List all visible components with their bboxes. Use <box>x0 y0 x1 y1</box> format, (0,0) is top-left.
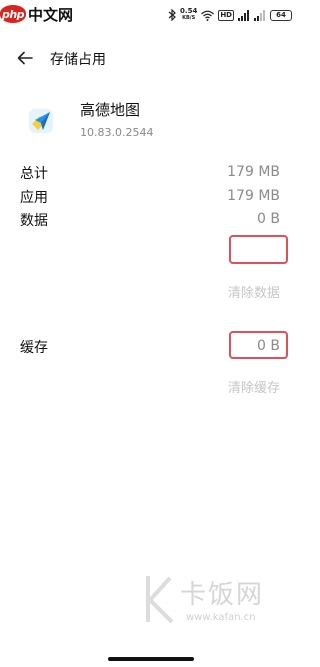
watermark-text: 卡饭网 <box>180 580 265 610</box>
app-size-label: 应用 <box>20 190 48 206</box>
data-value-highlight <box>229 235 288 264</box>
wifi-icon <box>201 10 215 21</box>
network-speed-value: 0.54 <box>180 7 198 15</box>
watermark-url: www.kafan.cn <box>186 612 256 623</box>
brand-text: 中文网 <box>28 5 74 24</box>
data-row: 数据 0 B <box>0 210 300 232</box>
home-indicator[interactable] <box>108 657 194 661</box>
data-label: 数据 <box>20 213 48 229</box>
signal-icon-2 <box>254 9 266 21</box>
app-info-header: 高德地图 10.83.0.2544 <box>0 96 300 152</box>
back-button[interactable] <box>14 48 36 68</box>
battery-indicator: 64 <box>270 9 292 21</box>
signal-icon <box>238 9 250 21</box>
clear-cache-button[interactable]: 清除缓存 <box>228 377 280 396</box>
nav-bar: 存储占用 <box>0 40 300 76</box>
clear-data-button[interactable]: 清除数据 <box>228 282 280 301</box>
app-size-row: 应用 179 MB <box>0 187 300 209</box>
cache-value-highlight <box>229 331 288 359</box>
cache-label: 缓存 <box>20 340 48 356</box>
status-icons: 0.54 KB/S HD 64 <box>168 8 292 22</box>
network-speed-unit: KB/S <box>182 15 196 21</box>
php-badge: php <box>0 5 26 23</box>
app-icon <box>26 106 56 136</box>
data-value: 0 B <box>257 211 280 227</box>
hd-tag: HD <box>218 9 234 21</box>
app-version: 10.83.0.2544 <box>80 126 154 139</box>
kafan-watermark: 卡饭网 www.kafan.cn <box>130 570 290 630</box>
app-size-value: 179 MB <box>227 188 280 204</box>
status-bar: php 中文网 0.54 KB/S HD 64 <box>0 0 300 30</box>
network-speed: 0.54 KB/S <box>180 8 197 22</box>
total-label: 总计 <box>20 166 48 182</box>
app-name: 高德地图 <box>80 101 141 119</box>
page-title: 存储占用 <box>50 52 106 68</box>
brand-watermark-logo: php 中文网 <box>0 2 73 26</box>
bluetooth-icon <box>168 9 176 21</box>
total-row: 总计 179 MB <box>0 163 300 185</box>
back-arrow-icon <box>17 51 33 65</box>
total-value: 179 MB <box>227 164 280 180</box>
kafan-logo-icon <box>146 576 174 624</box>
